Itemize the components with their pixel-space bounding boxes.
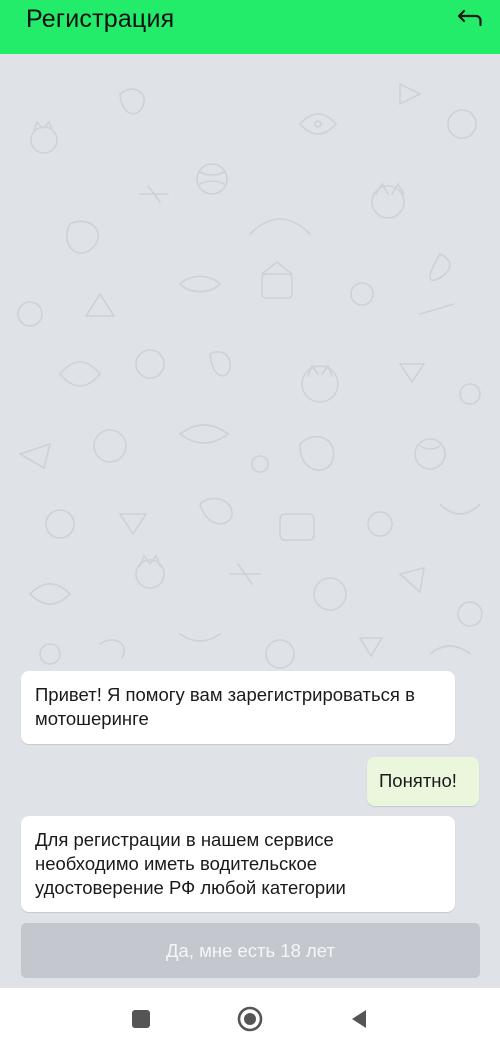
user-message: Понятно! — [367, 757, 479, 806]
quick-reply-button[interactable]: Да, мне есть 18 лет — [21, 923, 480, 978]
system-back-button[interactable] — [344, 1004, 374, 1034]
triangle-back-icon — [352, 1010, 366, 1028]
circle-home-icon — [237, 1006, 263, 1032]
bot-message: Привет! Я помогу вам зарегистрироваться … — [21, 671, 455, 744]
undo-arrow-icon — [457, 9, 482, 27]
bot-message-text: Привет! Я помогу вам зарегистрироваться … — [35, 684, 415, 729]
square-icon — [132, 1010, 150, 1028]
bot-message-text: Для регистрации в нашем сервисе необходи… — [35, 829, 346, 898]
home-button[interactable] — [234, 1003, 266, 1035]
system-navigation-bar — [0, 988, 500, 1049]
chat-area[interactable]: Привет! Я помогу вам зарегистрироваться … — [0, 54, 500, 988]
page-title: Регистрация — [26, 4, 175, 33]
quick-reply-label: Да, мне есть 18 лет — [166, 939, 335, 961]
app-bar: Регистрация — [0, 0, 500, 54]
user-message-text: Понятно! — [379, 770, 457, 791]
recents-button[interactable] — [126, 1004, 156, 1034]
bot-message: Для регистрации в нашем сервисе необходи… — [21, 816, 455, 912]
back-button[interactable] — [454, 3, 486, 35]
